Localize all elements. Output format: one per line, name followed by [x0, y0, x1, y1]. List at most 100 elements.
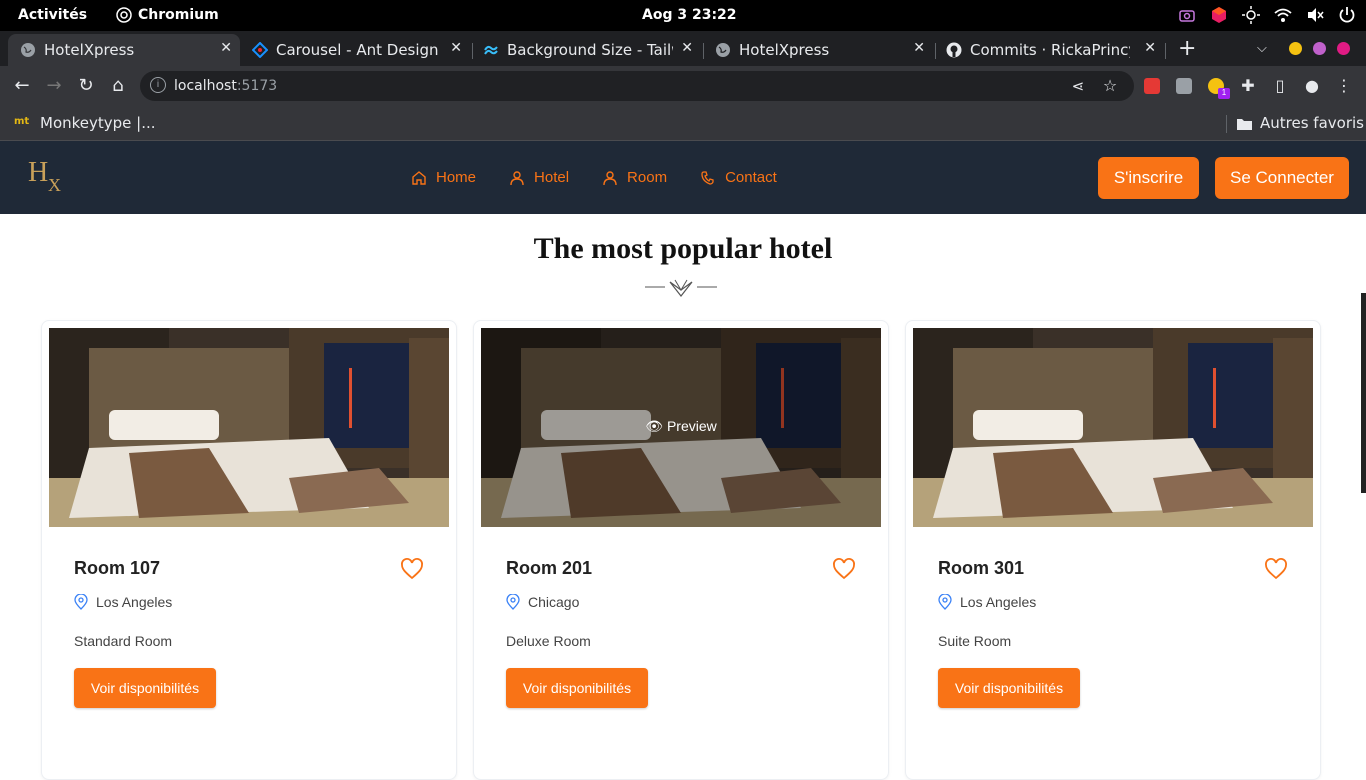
room-card: 👁 Preview Room 201 Chicago Deluxe Room V…	[473, 320, 889, 780]
logo-h: H	[28, 157, 49, 188]
app-tray-icon[interactable]	[1210, 6, 1228, 24]
room-location: Chicago	[506, 594, 579, 610]
user-icon	[510, 170, 524, 185]
app-menu[interactable]: Chromium	[116, 7, 219, 23]
bookmark-label: Monkeytype |...	[40, 114, 156, 132]
room-card: Room 301 Los Angeles Suite Room Voir dis…	[905, 320, 1321, 780]
bookmarks-bar: mt Monkeytype |... Autres favoris	[0, 106, 1366, 141]
bookmark-star-icon[interactable]: ☆	[1100, 76, 1120, 96]
preview-overlay[interactable]: 👁 Preview	[481, 418, 881, 435]
close-icon[interactable]: ✕	[1144, 40, 1156, 56]
room-name: Room 301	[938, 558, 1025, 578]
globe-icon	[20, 42, 36, 58]
folder-icon	[1237, 118, 1252, 130]
screenshot-icon[interactable]	[1178, 6, 1196, 24]
share-icon[interactable]: ⋖	[1068, 76, 1088, 96]
wifi-icon[interactable]	[1274, 6, 1292, 24]
tab-strip: HotelXpress ✕ Carousel - Ant Design ✕ Ba…	[0, 31, 1366, 66]
tab-title: HotelXpress	[44, 41, 135, 59]
check-availability-button[interactable]: Voir disponibilités	[506, 668, 648, 708]
room-name: Room 201	[506, 558, 593, 578]
close-icon[interactable]: ✕	[220, 40, 232, 56]
extension-copy-icon[interactable]	[1176, 78, 1192, 94]
nav-label: Contact	[725, 169, 777, 186]
close-window-button[interactable]	[1337, 42, 1350, 55]
room-city: Chicago	[528, 594, 580, 610]
check-availability-button[interactable]: Voir disponibilités	[938, 668, 1080, 708]
room-photo[interactable]	[49, 328, 449, 527]
logo-x: X	[48, 175, 61, 195]
forward-icon[interactable]: →	[44, 76, 64, 96]
heart-icon[interactable]	[400, 557, 424, 581]
clock[interactable]: Aog 3 23:22	[642, 7, 737, 23]
room-photo[interactable]: 👁 Preview	[481, 328, 881, 527]
tab-commits[interactable]: Commits · RickaPrincy/h ✕	[934, 34, 1164, 66]
tab-hotelxpress[interactable]: HotelXpress ✕	[703, 34, 933, 66]
page-scrollbar[interactable]	[1361, 293, 1366, 493]
minimize-button[interactable]	[1289, 42, 1302, 55]
bookmark-monkeytype[interactable]: mt Monkeytype |...	[14, 114, 156, 132]
brightness-icon[interactable]	[1242, 6, 1260, 24]
system-tray[interactable]	[1178, 6, 1356, 24]
ant-design-icon	[252, 42, 268, 58]
other-bookmarks-label: Autres favoris	[1260, 114, 1364, 132]
phone-icon	[701, 170, 714, 185]
tab-search-chevron-icon[interactable]: ⌵	[1257, 40, 1267, 56]
tab-title: Background Size - Tailwi	[507, 41, 673, 59]
nav-label: Home	[436, 169, 477, 186]
nav-home[interactable]: Home	[411, 169, 476, 186]
new-tab-button[interactable]: +	[1178, 36, 1196, 61]
hotelxpress-logo[interactable]: H X	[28, 157, 64, 197]
browser-toolbar: ← → ↻ ⌂ i localhost:5173 ⋖ ☆ 1 ✚ ▯ ● ⋮	[0, 66, 1366, 106]
nav-room[interactable]: Room	[602, 169, 667, 186]
extension-badge-count: 1	[1218, 88, 1230, 99]
site-info-icon[interactable]: i	[150, 77, 166, 93]
address-bar[interactable]: i localhost:5173 ⋖ ☆	[140, 71, 1134, 101]
monkeytype-icon: mt	[14, 116, 30, 127]
location-pin-icon	[74, 594, 88, 610]
url-text[interactable]: localhost:5173	[174, 78, 277, 94]
room-type: Deluxe Room	[506, 633, 591, 649]
main-nav: Home Hotel Room Contact	[411, 169, 810, 186]
home-icon[interactable]: ⌂	[108, 76, 128, 96]
tab-background-size[interactable]: Background Size - Tailwi ✕	[471, 34, 701, 66]
nav-label: Room	[627, 169, 668, 186]
room-type: Suite Room	[938, 633, 1012, 649]
close-icon[interactable]: ✕	[450, 40, 462, 56]
globe-icon	[715, 42, 731, 58]
reload-icon[interactable]: ↻	[76, 76, 96, 96]
check-availability-button[interactable]: Voir disponibilités	[74, 668, 216, 708]
maximize-button[interactable]	[1313, 42, 1326, 55]
tailwind-icon	[483, 42, 499, 58]
github-icon	[946, 42, 962, 58]
nav-label: Hotel	[534, 169, 570, 186]
room-photo[interactable]	[913, 328, 1313, 527]
bookmarks-separator	[1226, 115, 1227, 133]
tab-carousel[interactable]: Carousel - Ant Design ✕	[240, 34, 470, 66]
heart-icon[interactable]	[832, 557, 856, 581]
user-icon	[603, 170, 617, 185]
nav-hotel[interactable]: Hotel	[509, 169, 569, 186]
other-bookmarks[interactable]: Autres favoris	[1237, 114, 1364, 132]
tab-hotelxpress-active[interactable]: HotelXpress ✕	[8, 34, 240, 66]
back-icon[interactable]: ←	[12, 76, 32, 96]
side-panel-icon[interactable]: ▯	[1270, 76, 1290, 96]
power-icon[interactable]	[1338, 6, 1356, 24]
room-location: Los Angeles	[938, 594, 1036, 610]
heart-icon[interactable]	[1264, 557, 1288, 581]
close-icon[interactable]: ✕	[681, 40, 693, 56]
profile-icon[interactable]: ●	[1302, 76, 1322, 96]
volume-muted-icon[interactable]	[1306, 6, 1324, 24]
login-button[interactable]: Se Connecter	[1215, 157, 1349, 199]
activities-button[interactable]: Activités	[18, 7, 87, 23]
extension-icon[interactable]	[1144, 78, 1160, 94]
preview-label: Preview	[666, 418, 717, 434]
room-location: Los Angeles	[74, 594, 172, 610]
signup-button[interactable]: S'inscrire	[1098, 157, 1199, 199]
tab-separator	[1165, 43, 1166, 59]
tab-title: Commits · RickaPrincy/h	[970, 41, 1130, 59]
menu-kebab-icon[interactable]: ⋮	[1334, 76, 1354, 96]
close-icon[interactable]: ✕	[913, 40, 925, 56]
extensions-puzzle-icon[interactable]: ✚	[1238, 76, 1258, 96]
nav-contact[interactable]: Contact	[700, 169, 777, 186]
